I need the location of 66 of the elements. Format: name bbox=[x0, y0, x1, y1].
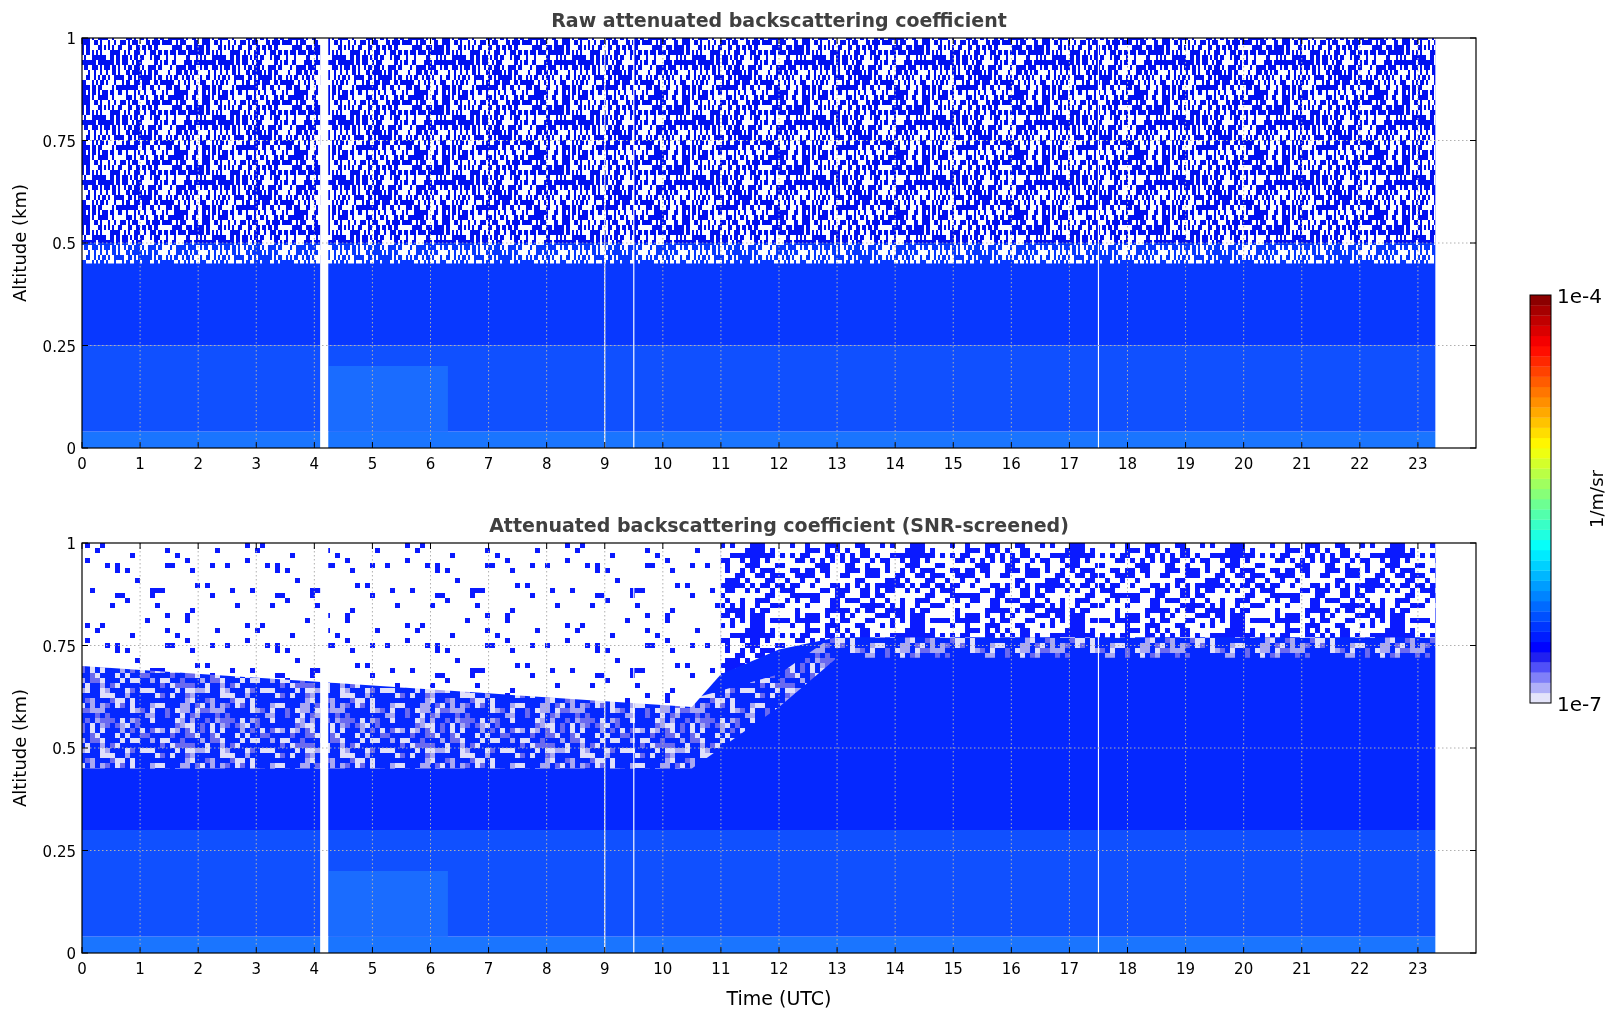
tick-label: 14 bbox=[885, 960, 905, 978]
axis-label: Time (UTC) bbox=[726, 987, 832, 1009]
tick-label: 9 bbox=[600, 960, 610, 978]
tick-label: 17 bbox=[1059, 960, 1079, 978]
chart-title: Attenuated backscattering coefficient (SNR-screened) bbox=[489, 514, 1069, 536]
tick-label: 0 bbox=[66, 945, 76, 963]
tick-label: 12 bbox=[769, 455, 789, 473]
tick-label: 0 bbox=[77, 960, 87, 978]
tick-label: 19 bbox=[1176, 455, 1196, 473]
tick-label: 14 bbox=[885, 455, 905, 473]
tick-label: 10 bbox=[653, 455, 673, 473]
tick-label: 21 bbox=[1292, 455, 1312, 473]
axis-label: Altitude (km) bbox=[9, 688, 30, 808]
tick-label: 18 bbox=[1117, 960, 1138, 978]
tick-label: 0.25 bbox=[42, 842, 76, 861]
tick-label: 0.5 bbox=[52, 235, 76, 253]
tick-label: 20 bbox=[1234, 455, 1254, 473]
tick-label: 2 bbox=[193, 960, 203, 978]
colorbar-label: 1/m/sr bbox=[1586, 470, 1607, 528]
tick-label: 11 bbox=[711, 960, 731, 978]
tick-label: 0.75 bbox=[42, 132, 76, 151]
tick-label: 11 bbox=[711, 455, 731, 473]
tick-label: 1 bbox=[135, 960, 145, 978]
tick-label: 0.25 bbox=[42, 337, 76, 356]
tick-label: 6 bbox=[425, 455, 436, 473]
tick-label: 7 bbox=[483, 455, 494, 473]
tick-label: 1 bbox=[135, 455, 145, 473]
tick-label: 15 bbox=[943, 455, 963, 473]
tick-label: 16 bbox=[1001, 960, 1021, 978]
tick-label: 5 bbox=[367, 455, 378, 473]
tick-label: 13 bbox=[827, 455, 847, 473]
colorbar-min-label: 1e-7 bbox=[1557, 692, 1602, 716]
colorbar-max-label: 1e-4 bbox=[1557, 284, 1602, 308]
tick-label: 0.75 bbox=[42, 637, 76, 656]
tick-label: 7 bbox=[483, 960, 494, 978]
tick-label: 3 bbox=[251, 455, 261, 473]
tick-label: 23 bbox=[1408, 455, 1428, 473]
tick-label: 22 bbox=[1350, 960, 1370, 978]
tick-label: 5 bbox=[367, 960, 378, 978]
tick-label: 22 bbox=[1350, 455, 1370, 473]
tick-label: 16 bbox=[1001, 455, 1021, 473]
tick-label: 18 bbox=[1117, 455, 1138, 473]
tick-label: 0 bbox=[77, 455, 87, 473]
tick-label: 8 bbox=[541, 960, 552, 978]
tick-label: 15 bbox=[943, 960, 963, 978]
tick-label: 0 bbox=[66, 440, 76, 458]
tick-label: 1 bbox=[66, 30, 76, 48]
tick-label: 13 bbox=[827, 960, 847, 978]
tick-label: 4 bbox=[309, 960, 320, 978]
tick-label: 10 bbox=[653, 960, 673, 978]
tick-label: 21 bbox=[1292, 960, 1312, 978]
tick-label: 3 bbox=[251, 960, 261, 978]
tick-label: 23 bbox=[1408, 960, 1428, 978]
tick-label: 1 bbox=[66, 535, 76, 553]
tick-label: 17 bbox=[1059, 455, 1079, 473]
axis-label: Altitude (km) bbox=[9, 183, 30, 303]
tick-label: 0.5 bbox=[52, 740, 76, 758]
chart-title: Raw attenuated backscattering coefficient bbox=[551, 9, 1007, 31]
tick-label: 4 bbox=[309, 455, 320, 473]
tick-label: 8 bbox=[541, 455, 552, 473]
tick-label: 12 bbox=[769, 960, 789, 978]
tick-label: 19 bbox=[1176, 960, 1196, 978]
tick-label: 9 bbox=[600, 455, 610, 473]
tick-label: 2 bbox=[193, 455, 203, 473]
tick-label: 20 bbox=[1234, 960, 1254, 978]
tick-label: 6 bbox=[425, 960, 436, 978]
